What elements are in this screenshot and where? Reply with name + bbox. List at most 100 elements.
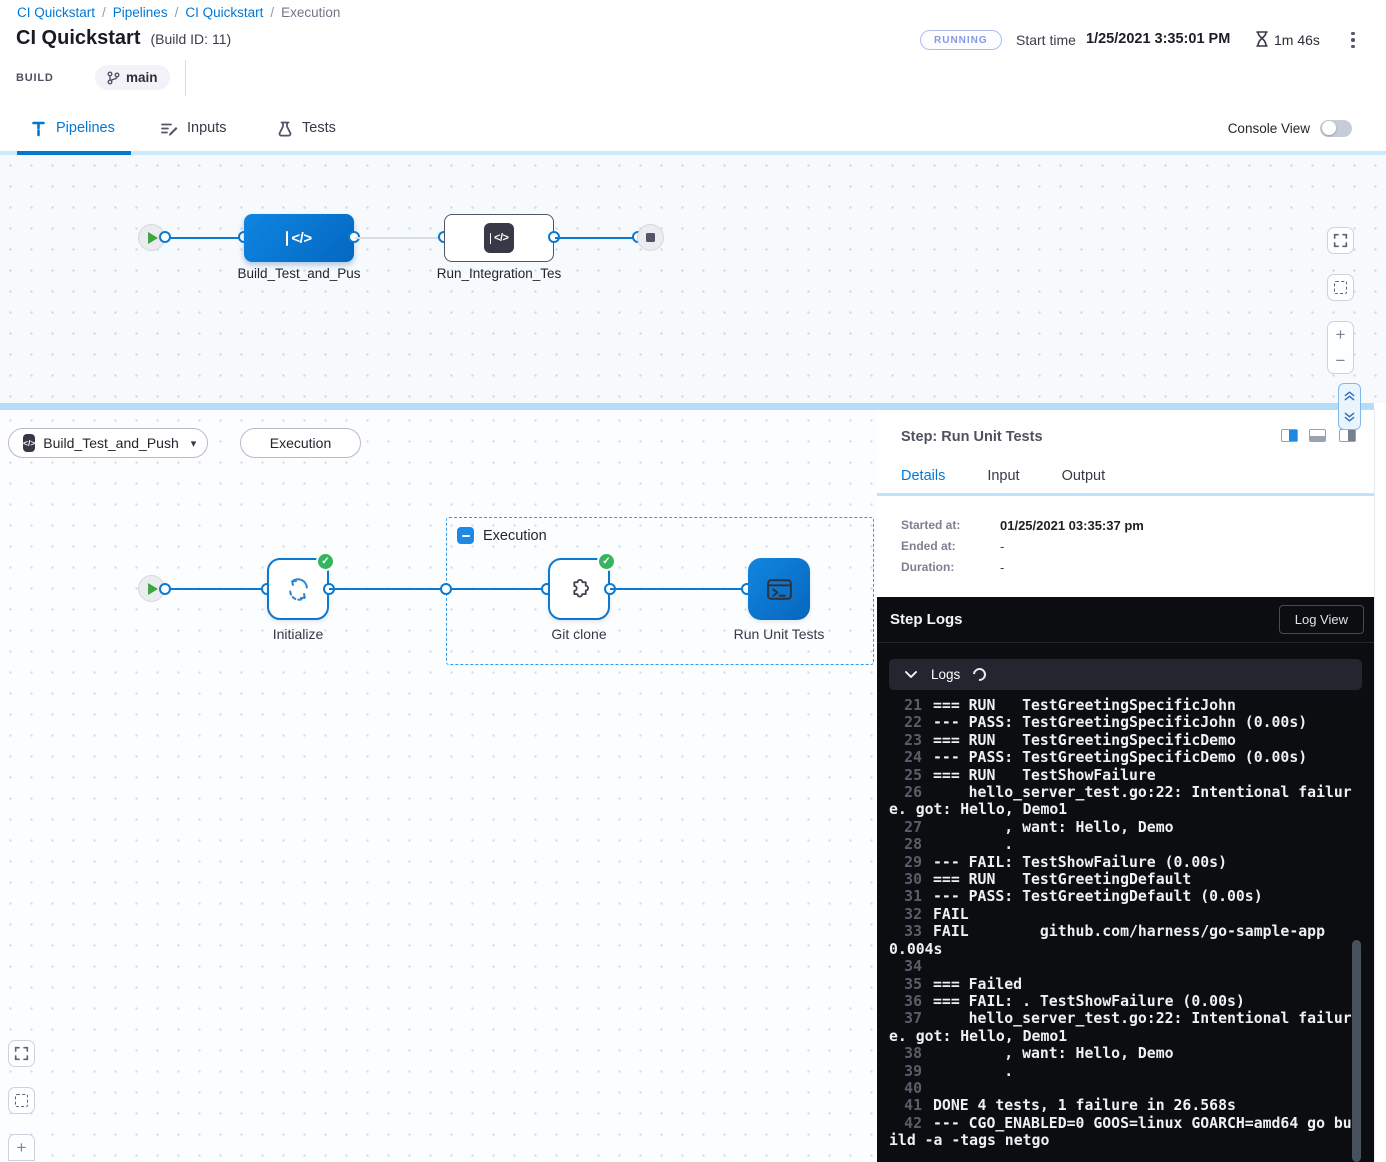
logs-section-toggle[interactable]: Logs xyxy=(889,659,1362,690)
fullscreen-button[interactable] xyxy=(8,1040,35,1067)
log-line: 37 hello_server_test.go:22: Intentional … xyxy=(889,1010,1356,1045)
log-line-text: hello_server_test.go:22: Intentional fai… xyxy=(889,784,1352,818)
breadcrumb-separator xyxy=(175,5,179,20)
port xyxy=(440,583,452,595)
log-line-text: hello_server_test.go:22: Intentional fai… xyxy=(889,1010,1352,1044)
log-line-text: , want: Hello, Demo xyxy=(933,1045,1174,1062)
success-check-badge: ✓ xyxy=(597,552,616,571)
page-title: CI Quickstart xyxy=(16,27,140,50)
log-line-number: 39 xyxy=(889,1063,922,1080)
panel-layout-minimize-icon[interactable] xyxy=(1339,429,1356,442)
log-scrollbar-thumb[interactable] xyxy=(1352,940,1361,1162)
page: CI Quickstart Pipelines CI Quickstart Execu… xyxy=(0,0,1386,1162)
console-view-toggle[interactable] xyxy=(1320,120,1352,137)
selection-button[interactable] xyxy=(1327,274,1354,301)
port xyxy=(159,231,171,243)
log-line-text: --- FAIL: TestShowFailure (0.00s) xyxy=(933,854,1227,871)
log-line: 29--- FAIL: TestShowFailure (0.00s) xyxy=(889,854,1356,871)
collapse-group-checkbox[interactable] xyxy=(457,527,474,544)
log-line: 24--- PASS: TestGreetingSpecificDemo (0.… xyxy=(889,749,1356,766)
log-line-text: DONE 4 tests, 1 failure in 26.568s xyxy=(933,1097,1236,1114)
execution-chip[interactable]: Execution xyxy=(240,428,361,458)
detail-value: - xyxy=(1000,560,1004,575)
log-line: 25=== RUN TestShowFailure xyxy=(889,767,1356,784)
build-id: (Build ID: 11) xyxy=(150,31,231,47)
header-divider xyxy=(185,60,186,96)
edge xyxy=(355,237,444,239)
log-line-text: FAIL xyxy=(933,906,969,923)
panel-layout-bottom-icon[interactable] xyxy=(1309,429,1326,442)
pipelines-icon xyxy=(30,120,47,137)
tab-output[interactable]: Output xyxy=(1062,468,1106,496)
pipeline-end-node xyxy=(637,224,664,251)
zoom-out-button[interactable]: − xyxy=(1327,347,1354,374)
panel-scrollbar-gutter[interactable] xyxy=(1374,410,1386,1162)
zoom-in-button[interactable]: + xyxy=(1327,321,1354,348)
log-view-button[interactable]: Log View xyxy=(1279,605,1364,634)
step-node-initialize[interactable]: ✓ xyxy=(267,558,329,620)
ci-stage-icon: </> xyxy=(286,230,311,247)
log-line-number: 40 xyxy=(889,1080,922,1097)
branch-chip: main xyxy=(95,65,170,90)
log-line-number: 42 xyxy=(889,1115,922,1132)
log-line-text: === RUN TestGreetingDefault xyxy=(933,871,1191,888)
breadcrumb-link-project[interactable]: CI Quickstart xyxy=(17,5,95,20)
stage-label: Build_Test_and_Pus xyxy=(214,266,384,281)
step-node-git-clone[interactable]: ✓ xyxy=(548,558,610,620)
canvas-split-divider[interactable] xyxy=(0,403,1374,410)
logs-section-label: Logs xyxy=(931,667,960,682)
log-line: 35=== Failed xyxy=(889,976,1356,993)
log-line: 38 , want: Hello, Demo xyxy=(889,1045,1356,1062)
ci-stage-icon: </> xyxy=(23,434,35,452)
play-icon xyxy=(148,583,158,595)
tab-inputs[interactable]: Inputs xyxy=(160,105,227,151)
build-label: BUILD xyxy=(16,72,54,84)
step-graph-canvas: </> Build_Test_and_Push Execution Execut… xyxy=(0,410,877,1162)
stage-graph-canvas: </> </> Build_Test_and_Pus Run_Integrati… xyxy=(0,155,1386,403)
breadcrumb-link-pipelines[interactable]: Pipelines xyxy=(113,5,168,20)
log-line: 30=== RUN TestGreetingDefault xyxy=(889,871,1356,888)
step-node-run-unit-tests[interactable] xyxy=(748,558,810,620)
collapse-expand-control[interactable] xyxy=(1338,383,1361,430)
stage-node-build-test-and-push[interactable]: </> xyxy=(244,214,354,262)
sync-icon xyxy=(285,576,312,603)
tab-input[interactable]: Input xyxy=(987,468,1019,496)
status-badge: RUNNING xyxy=(920,30,1002,50)
double-chevron-up-icon xyxy=(1342,388,1357,403)
step-label: Run Unit Tests xyxy=(709,626,849,642)
zoom-in-button[interactable]: + xyxy=(8,1134,35,1161)
play-icon xyxy=(148,232,158,244)
edge xyxy=(329,588,548,590)
breadcrumb-link-pipeline[interactable]: CI Quickstart xyxy=(185,5,263,20)
log-line-number: 37 xyxy=(889,1010,922,1027)
marquee-icon xyxy=(15,1094,28,1107)
breadcrumb-separator xyxy=(102,5,106,20)
log-line: 42--- CGO_ENABLED=0 GOOS=linux GOARCH=am… xyxy=(889,1115,1356,1150)
tab-pipelines[interactable]: Pipelines xyxy=(30,105,115,151)
tab-tests[interactable]: Tests xyxy=(277,105,336,151)
more-options-menu[interactable] xyxy=(1344,29,1362,51)
log-line-number: 38 xyxy=(889,1045,922,1062)
git-branch-icon xyxy=(107,71,120,85)
marquee-icon xyxy=(1334,281,1347,294)
log-line: 36=== FAIL: . TestShowFailure (0.00s) xyxy=(889,993,1356,1010)
chevron-down-icon xyxy=(905,671,917,679)
log-line-number: 33 xyxy=(889,923,922,940)
log-line: 26 hello_server_test.go:22: Intentional … xyxy=(889,784,1356,819)
selection-button[interactable] xyxy=(8,1087,35,1114)
stage-selector-dropdown[interactable]: </> Build_Test_and_Push xyxy=(8,428,208,458)
flask-icon xyxy=(277,120,293,137)
fullscreen-button[interactable] xyxy=(1327,227,1354,254)
log-line-number: 32 xyxy=(889,906,922,923)
log-line-text: === Failed xyxy=(933,976,1022,993)
log-line: 31--- PASS: TestGreetingDefault (0.00s) xyxy=(889,888,1356,905)
log-line-number: 26 xyxy=(889,784,922,801)
terminal-icon xyxy=(765,576,794,603)
log-line: 22--- PASS: TestGreetingSpecificJohn (0.… xyxy=(889,714,1356,731)
stage-selector-label: Build_Test_and_Push xyxy=(43,435,178,451)
tab-details[interactable]: Details xyxy=(901,468,945,496)
panel-layout-right-icon[interactable] xyxy=(1281,429,1298,442)
log-lines[interactable]: 21=== RUN TestGreetingSpecificJohn 22---… xyxy=(889,697,1356,1150)
stage-node-run-integration-tests[interactable]: </> xyxy=(444,214,554,262)
stage-label: Run_Integration_Tes xyxy=(414,266,584,281)
